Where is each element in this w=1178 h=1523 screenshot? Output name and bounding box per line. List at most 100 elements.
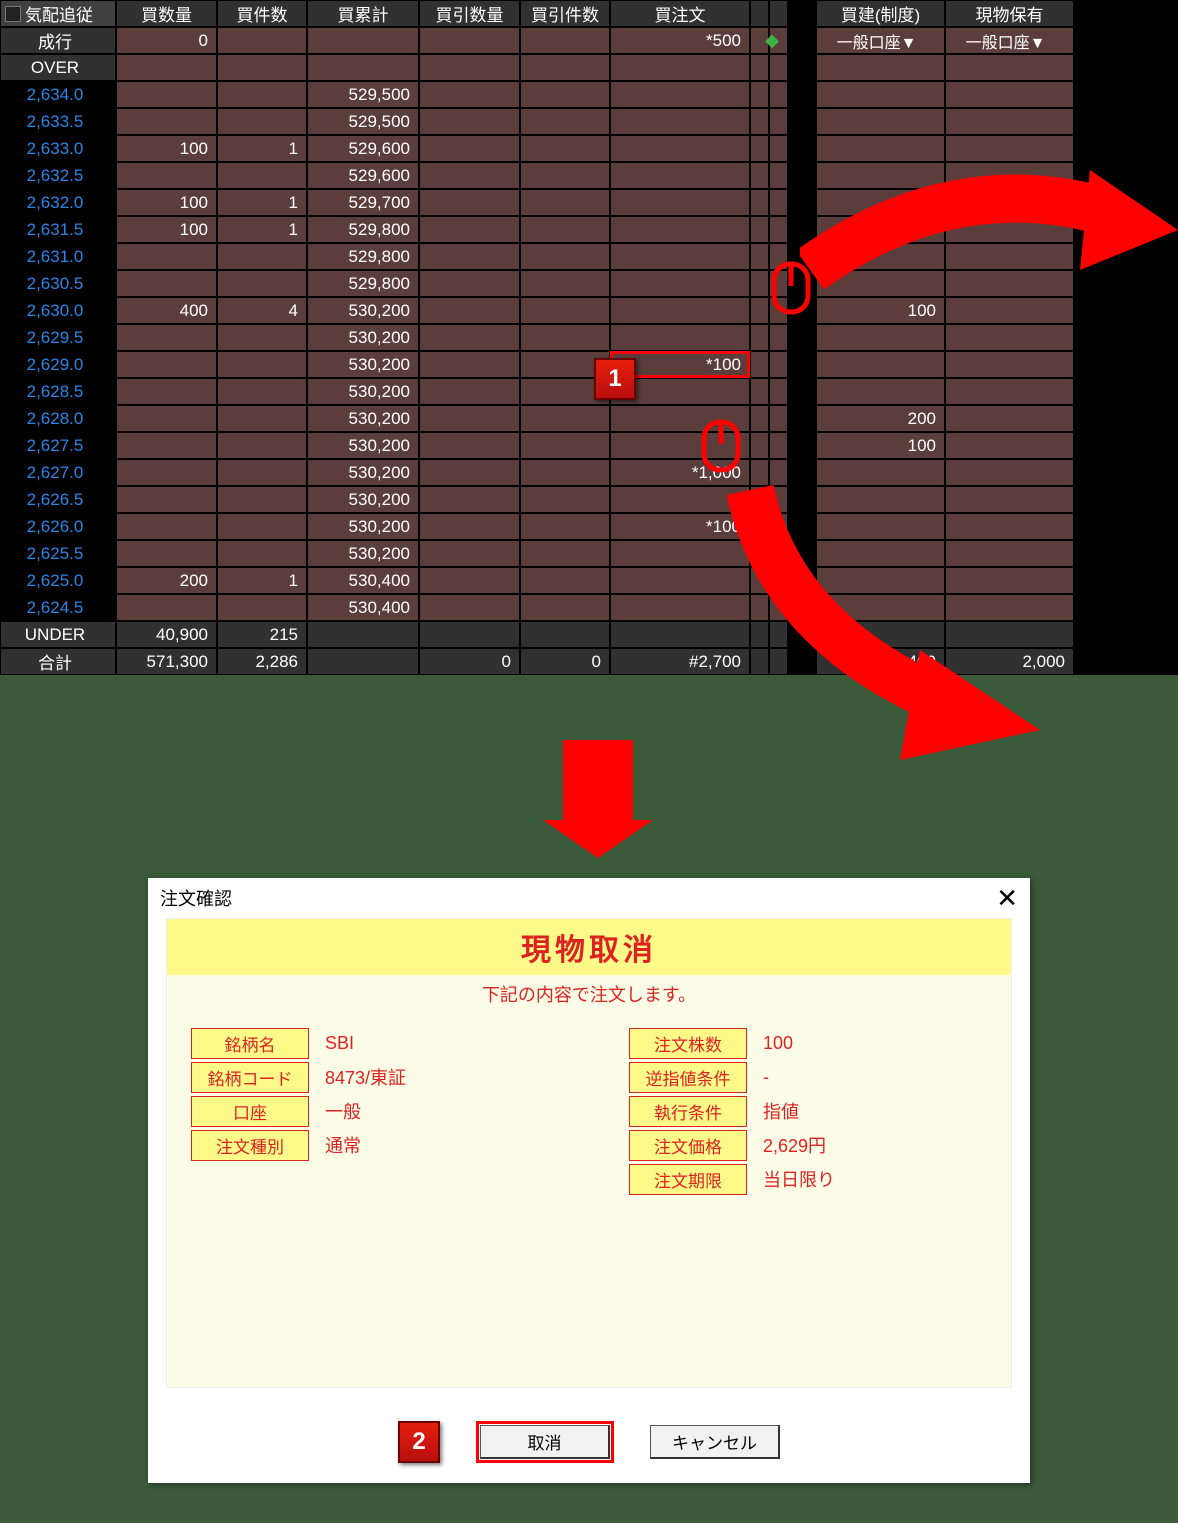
qty-cell[interactable] [116, 486, 217, 513]
order-cell[interactable] [610, 135, 750, 162]
pullqty-cell[interactable] [419, 297, 520, 324]
cum-cell[interactable]: 529,800 [307, 243, 419, 270]
qty-cell[interactable] [116, 459, 217, 486]
pullqty-cell[interactable] [419, 324, 520, 351]
qty-cell[interactable]: 200 [116, 567, 217, 594]
price-row[interactable]: 2,629.5530,200 [0, 324, 1178, 351]
cum-cell[interactable]: 530,400 [307, 594, 419, 621]
cum-cell[interactable]: 530,200 [307, 540, 419, 567]
cnt-cell[interactable] [217, 378, 307, 405]
price-cell[interactable]: 2,632.5 [0, 162, 116, 189]
pullqty-cell[interactable] [419, 594, 520, 621]
order-cell[interactable] [610, 189, 750, 216]
order-cell[interactable] [610, 270, 750, 297]
cnt-cell[interactable]: 1 [217, 189, 307, 216]
pullcnt-cell[interactable] [520, 432, 610, 459]
cnt-cell[interactable] [217, 459, 307, 486]
hold-cell[interactable] [945, 405, 1074, 432]
cum-cell[interactable]: 529,500 [307, 108, 419, 135]
s2[interactable] [769, 135, 788, 162]
pullqty-cell[interactable] [419, 540, 520, 567]
cum-cell[interactable]: 530,200 [307, 486, 419, 513]
cum-cell[interactable]: 530,200 [307, 432, 419, 459]
price-row[interactable]: 2,628.0 530,200 200 [0, 405, 1178, 432]
price-cell[interactable]: 2,628.0 [0, 405, 116, 432]
cnt-cell[interactable] [217, 432, 307, 459]
pullcnt-cell[interactable] [520, 324, 610, 351]
pullqty-cell[interactable] [419, 162, 520, 189]
price-cell[interactable]: 2,624.5 [0, 594, 116, 621]
pullcnt-cell[interactable] [520, 243, 610, 270]
hold-cell[interactable] [945, 351, 1074, 378]
price-cell[interactable]: 2,627.0 [0, 459, 116, 486]
pullcnt-cell[interactable] [520, 459, 610, 486]
pullqty-cell[interactable] [419, 432, 520, 459]
pullqty-cell[interactable] [419, 135, 520, 162]
cnt-cell[interactable] [217, 324, 307, 351]
s1[interactable] [750, 162, 769, 189]
order-cell[interactable] [610, 324, 750, 351]
cnt-cell[interactable] [217, 594, 307, 621]
order-cell[interactable] [610, 216, 750, 243]
cnt-cell[interactable] [217, 162, 307, 189]
s1[interactable] [750, 351, 769, 378]
price-cell[interactable]: 2,632.0 [0, 189, 116, 216]
pullqty-cell[interactable] [419, 567, 520, 594]
pullcnt-cell[interactable] [520, 189, 610, 216]
qty-cell[interactable] [116, 162, 217, 189]
track-checkbox-icon[interactable] [5, 6, 21, 22]
cum-cell[interactable]: 530,200 [307, 297, 419, 324]
pullqty-cell[interactable] [419, 243, 520, 270]
qty-cell[interactable] [116, 351, 217, 378]
qty-cell[interactable] [116, 270, 217, 297]
cum-cell[interactable]: 530,400 [307, 567, 419, 594]
pullcnt-cell[interactable] [520, 81, 610, 108]
qty-cell[interactable] [116, 243, 217, 270]
s2[interactable] [769, 405, 788, 432]
s1[interactable] [750, 189, 769, 216]
price-cell[interactable]: 2,625.0 [0, 567, 116, 594]
s1[interactable] [750, 243, 769, 270]
pullcnt-cell[interactable] [520, 486, 610, 513]
qty-cell[interactable] [116, 324, 217, 351]
pos-cell[interactable]: 100 [816, 432, 945, 459]
pos-cell[interactable] [816, 351, 945, 378]
cnt-cell[interactable]: 4 [217, 297, 307, 324]
pos-cell[interactable] [816, 108, 945, 135]
cum-cell[interactable]: 530,200 [307, 513, 419, 540]
qty-cell[interactable]: 100 [116, 189, 217, 216]
cum-cell[interactable]: 530,200 [307, 324, 419, 351]
order-cell[interactable] [610, 81, 750, 108]
price-cell[interactable]: 2,633.5 [0, 108, 116, 135]
account-selector-margin[interactable]: 一般口座▼ [816, 27, 945, 54]
cum-cell[interactable]: 530,200 [307, 459, 419, 486]
market-row[interactable]: 成行 0 *500 ◆ 一般口座▼ 一般口座▼ [0, 27, 1178, 54]
pullcnt-cell[interactable] [520, 567, 610, 594]
s2[interactable] [769, 81, 788, 108]
market-order[interactable]: *500 [610, 27, 750, 54]
qty-cell[interactable] [116, 432, 217, 459]
s1[interactable] [750, 432, 769, 459]
order-cell[interactable] [610, 108, 750, 135]
order-cell[interactable] [610, 243, 750, 270]
order-cell[interactable] [610, 297, 750, 324]
pos-cell[interactable]: 200 [816, 405, 945, 432]
pullcnt-cell[interactable] [520, 108, 610, 135]
cnt-cell[interactable] [217, 270, 307, 297]
s1[interactable] [750, 297, 769, 324]
cum-cell[interactable]: 529,600 [307, 135, 419, 162]
s2[interactable] [769, 189, 788, 216]
cnt-cell[interactable]: 1 [217, 567, 307, 594]
hold-cell[interactable] [945, 108, 1074, 135]
account-selector-spot[interactable]: 一般口座▼ [945, 27, 1074, 54]
qty-cell[interactable] [116, 594, 217, 621]
s1[interactable] [750, 216, 769, 243]
cnt-cell[interactable] [217, 540, 307, 567]
pos-cell[interactable] [816, 378, 945, 405]
cum-cell[interactable]: 530,200 [307, 405, 419, 432]
cum-cell[interactable]: 530,200 [307, 351, 419, 378]
s1[interactable] [750, 378, 769, 405]
pullqty-cell[interactable] [419, 270, 520, 297]
pos-cell[interactable] [816, 324, 945, 351]
price-cell[interactable]: 2,631.0 [0, 243, 116, 270]
